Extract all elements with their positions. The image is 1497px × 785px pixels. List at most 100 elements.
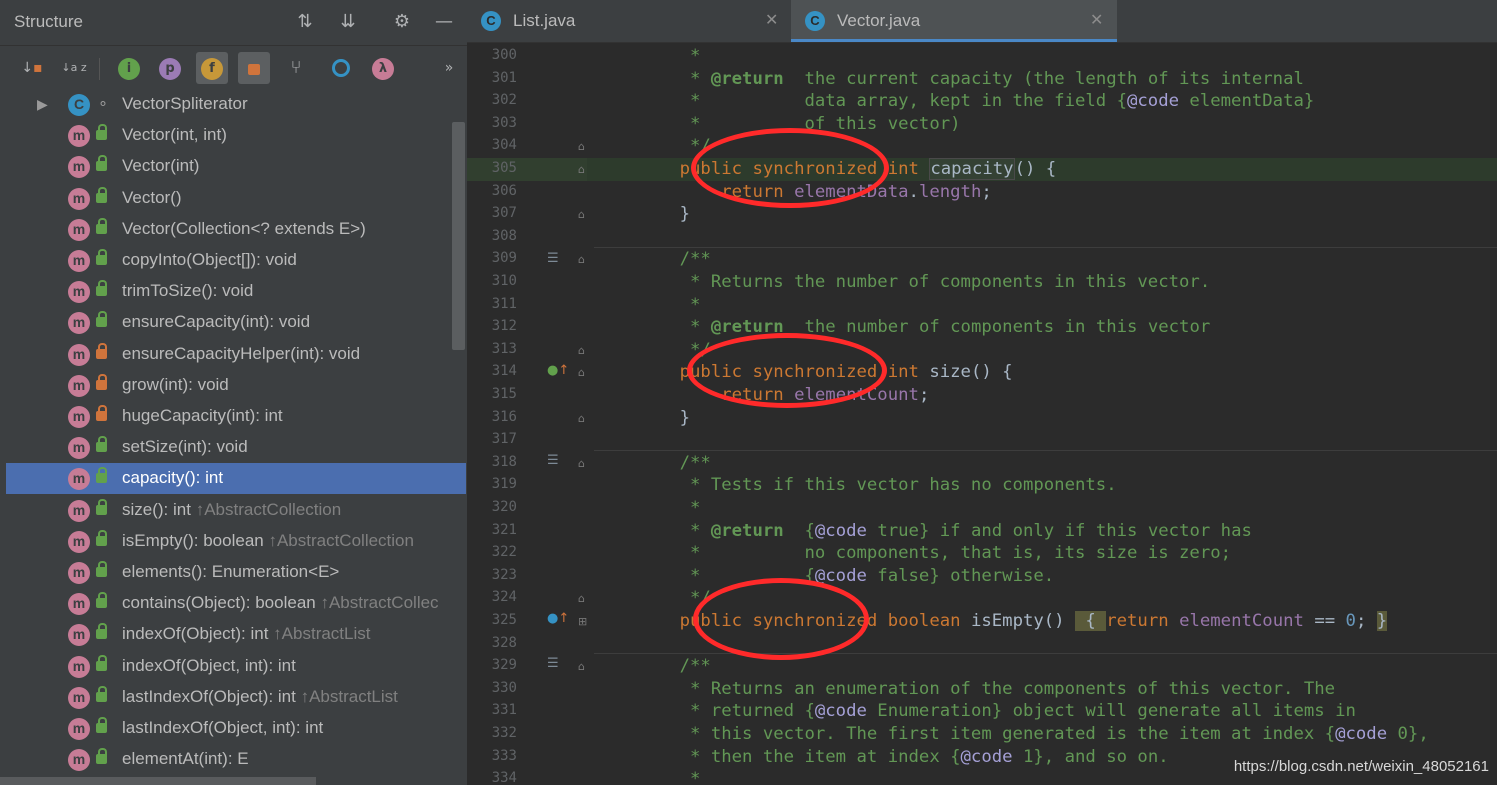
minimize-icon[interactable]: — xyxy=(432,10,456,34)
show-properties-icon[interactable]: p xyxy=(154,52,186,84)
code-line[interactable]: 309 /** ⌂ xyxy=(467,248,1497,271)
code-line[interactable]: 331 * returned {@code Enumeration} objec… xyxy=(467,700,1497,723)
tree-item[interactable]: ▶ C ∘ VectorSpliterator xyxy=(0,89,467,120)
fold-marker-icon[interactable]: ⌂ xyxy=(578,164,589,175)
tree-item[interactable]: m Vector(int) xyxy=(0,151,467,182)
tree-item[interactable]: m indexOf(Object): int ↑AbstractList xyxy=(0,619,467,650)
line-number: 305 xyxy=(491,160,517,176)
fold-marker-icon[interactable]: ⊞ xyxy=(578,616,589,627)
fold-marker-icon[interactable]: ⌂ xyxy=(578,345,589,356)
show-fields-icon[interactable]: f xyxy=(196,52,228,84)
code-line[interactable]: 325 public synchronized boolean isEmpty(… xyxy=(467,610,1497,633)
overrides-method-icon[interactable]: ●↑ xyxy=(547,611,569,626)
code-line[interactable]: 303 * of this vector) xyxy=(467,113,1497,136)
code-line[interactable]: 304 */⌂ xyxy=(467,135,1497,158)
tree-item-label: indexOf(Object, int): int xyxy=(122,655,296,675)
tree-item[interactable]: m elements(): Enumeration<E> xyxy=(0,557,467,588)
doc-render-icon[interactable]: ☰ xyxy=(547,251,559,266)
tree-item[interactable]: m trimToSize(): void xyxy=(0,276,467,307)
tree-item[interactable]: m lastIndexOf(Object, int): int xyxy=(0,713,467,744)
structure-horizontal-scrollbar[interactable] xyxy=(0,777,316,785)
fold-marker-icon[interactable]: ⌂ xyxy=(578,141,589,152)
code-line[interactable]: 314 public synchronized int size() {⌂ xyxy=(467,361,1497,384)
sort-alphabetically-icon[interactable]: ↓a z xyxy=(58,52,90,84)
structure-toolbar: ↓▪ ↓a z i p f ⑂ λ » xyxy=(0,46,467,88)
fold-marker-icon[interactable]: ⌂ xyxy=(578,593,589,604)
fold-marker-icon[interactable]: ⌂ xyxy=(578,367,589,378)
gear-icon[interactable]: ⚙ xyxy=(390,10,414,34)
tree-item[interactable]: m size(): int ↑AbstractCollection xyxy=(0,495,467,526)
show-non-public-icon[interactable] xyxy=(238,52,270,84)
tree-item[interactable]: m contains(Object): boolean ↑AbstractColl… xyxy=(0,588,467,619)
implements-method-icon[interactable]: ●↑ xyxy=(547,363,569,378)
structure-vertical-scrollbar[interactable] xyxy=(452,122,465,350)
code-line[interactable]: 305 public synchronized int capacity() {… xyxy=(467,158,1497,181)
fold-marker-icon[interactable]: ⌂ xyxy=(578,661,589,672)
code-line[interactable]: 302 * data array, kept in the field {@co… xyxy=(467,90,1497,113)
code-line[interactable]: 316 } ⌂ xyxy=(467,407,1497,430)
tree-item[interactable]: m copyInto(Object[]): void xyxy=(0,245,467,276)
code-line[interactable]: 306 return elementData.length; xyxy=(467,181,1497,204)
doc-render-icon[interactable]: ☰ xyxy=(547,453,559,468)
expand-arrow-icon[interactable]: ▶ xyxy=(37,96,48,113)
code-text: * Returns the number of components in th… xyxy=(638,272,1211,292)
structure-panel: Structure ⇅ ⇊ ⚙ — ↓▪ ↓a z i p f ⑂ λ » ▶ C… xyxy=(0,0,467,785)
line-number: 325 xyxy=(491,612,517,628)
fold-marker-icon[interactable]: ⌂ xyxy=(578,209,589,220)
tab-list-java[interactable]: C List.java ✕ xyxy=(467,0,790,42)
fold-marker-icon[interactable]: ⌂ xyxy=(578,458,589,469)
tree-item[interactable]: m ensureCapacity(int): void xyxy=(0,307,467,338)
properties-p-label: p xyxy=(159,58,181,80)
close-icon[interactable]: ✕ xyxy=(1090,10,1103,30)
code-line[interactable]: 307 } ⌂ xyxy=(467,203,1497,226)
code-line[interactable]: 330 * Returns an enumeration of the comp… xyxy=(467,678,1497,701)
tree-item[interactable]: m ensureCapacityHelper(int): void xyxy=(0,339,467,370)
tree-item[interactable]: m Vector(Collection<? extends E>) xyxy=(0,214,467,245)
code-line[interactable]: 318 /** ⌂ xyxy=(467,452,1497,475)
annotation-oval xyxy=(693,578,869,660)
expand-all-icon[interactable]: ⇅ xyxy=(293,10,317,34)
tab-vector-java[interactable]: C Vector.java ✕ xyxy=(791,0,1117,42)
code-line[interactable]: 312 * @return the number of components i… xyxy=(467,316,1497,339)
code-line[interactable]: 311 * xyxy=(467,294,1497,317)
close-icon[interactable]: ✕ xyxy=(765,10,778,30)
code-line[interactable]: 320 * xyxy=(467,497,1497,520)
code-line[interactable]: 328 xyxy=(467,633,1497,656)
tree-item[interactable]: m Vector(int, int) xyxy=(0,120,467,151)
code-line[interactable]: 321 * @return {@code true} if and only i… xyxy=(467,520,1497,543)
code-line[interactable]: 310 * Returns the number of components i… xyxy=(467,271,1497,294)
tree-item[interactable]: m setSize(int): void xyxy=(0,432,467,463)
code-line[interactable]: 324 */⌂ xyxy=(467,587,1497,610)
doc-render-icon[interactable]: ☰ xyxy=(547,656,559,671)
tree-item[interactable]: m Vector() xyxy=(0,183,467,214)
show-implementations-icon[interactable]: ⑂ xyxy=(280,52,312,84)
fold-marker-icon[interactable]: ⌂ xyxy=(578,254,589,265)
code-line[interactable]: 319 * Tests if this vector has no compon… xyxy=(467,474,1497,497)
code-line[interactable]: 313 */⌂ xyxy=(467,339,1497,362)
tree-item[interactable]: m elementAt(int): E xyxy=(0,744,467,775)
show-lambdas-icon[interactable]: λ xyxy=(367,52,399,84)
tree-item[interactable]: m isEmpty(): boolean ↑AbstractCollection xyxy=(0,526,467,557)
code-line[interactable]: 332 * this vector. The first item genera… xyxy=(467,723,1497,746)
code-line[interactable]: 317 xyxy=(467,429,1497,452)
code-line[interactable]: 301 * @return the current capacity (the … xyxy=(467,68,1497,91)
more-icon[interactable]: » xyxy=(437,52,461,84)
collapse-all-icon[interactable]: ⇊ xyxy=(336,10,360,34)
code-line[interactable]: 322 * no components, that is, its size i… xyxy=(467,542,1497,565)
code-area[interactable]: 300 * 301 * @return the current capacity … xyxy=(467,43,1497,785)
code-line[interactable]: 308 xyxy=(467,226,1497,249)
show-inherited-icon[interactable]: i xyxy=(113,52,145,84)
tree-item[interactable]: m hugeCapacity(int): int xyxy=(0,401,467,432)
tree-item-inherited-from: ↑AbstractList xyxy=(273,624,371,644)
code-line[interactable]: 329 /** ⌂ xyxy=(467,655,1497,678)
code-line[interactable]: 315 return elementCount; xyxy=(467,384,1497,407)
tree-item[interactable]: m capacity(): int xyxy=(6,463,466,495)
tree-item[interactable]: m lastIndexOf(Object): int ↑AbstractList xyxy=(0,682,467,713)
show-anonymous-icon[interactable] xyxy=(325,52,357,84)
fold-marker-icon[interactable]: ⌂ xyxy=(578,413,589,424)
tree-item[interactable]: m grow(int): void xyxy=(0,370,467,401)
sort-by-visibility-icon[interactable]: ↓▪ xyxy=(16,52,48,84)
tree-item[interactable]: m indexOf(Object, int): int xyxy=(0,651,467,682)
code-line[interactable]: 323 * {@code false} otherwise. xyxy=(467,565,1497,588)
code-line[interactable]: 300 * xyxy=(467,45,1497,68)
